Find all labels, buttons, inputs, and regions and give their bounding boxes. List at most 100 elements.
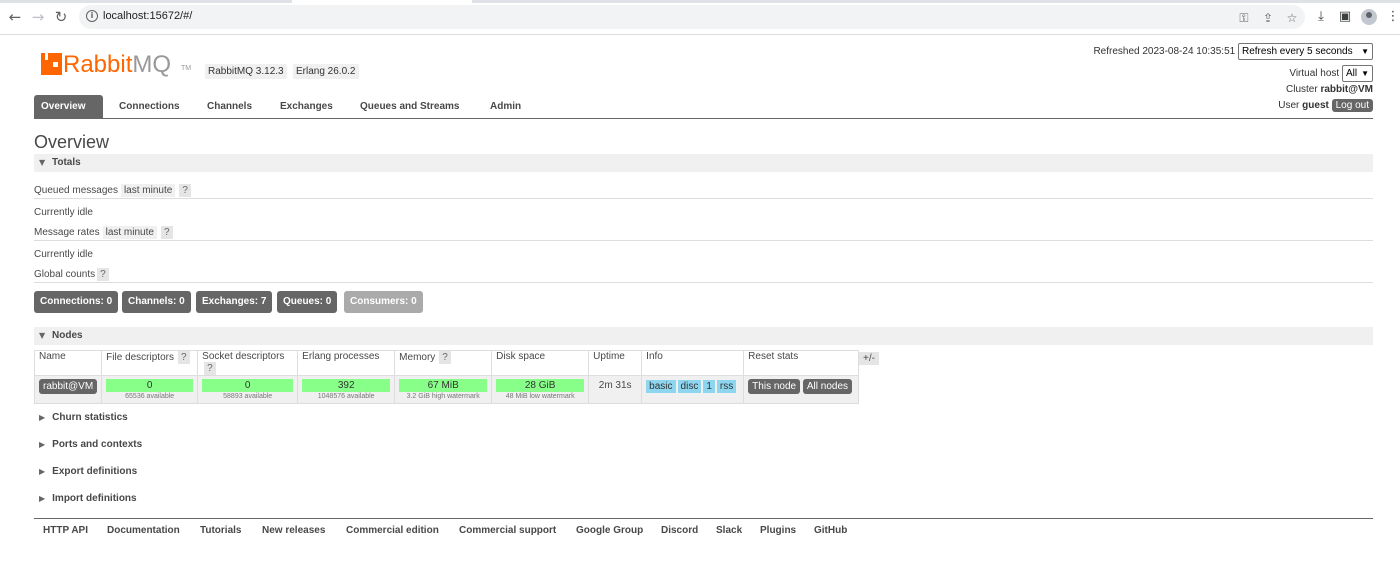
cluster-name: rabbit@VM	[1320, 84, 1373, 95]
refresh-interval-select[interactable]: Refresh every 5 seconds ▼	[1238, 43, 1373, 60]
memory-watermark: 3.2 GiB high watermark	[406, 393, 480, 400]
collapsed-triangle-icon: ▶	[39, 494, 46, 503]
chevron-down-icon: ▼	[1361, 47, 1369, 56]
tab-admin[interactable]: Admin	[483, 95, 528, 118]
menu-kebab-icon[interactable]: ⋮	[1385, 9, 1400, 25]
key-icon[interactable]: ⚿	[1237, 11, 1251, 25]
tab-overview[interactable]: Overview	[34, 95, 103, 118]
export-definitions-section[interactable]: ▶ Export definitions	[34, 466, 137, 477]
table-row: rabbit@VM 0 65536 available 0 58893 availa…	[33, 375, 860, 404]
rates-range-select[interactable]: last minute	[102, 226, 157, 239]
message-rates-row: Message rates last minute?	[34, 226, 173, 239]
side-panel-icon[interactable]: ▣	[1337, 9, 1353, 25]
count-value: 7	[260, 296, 267, 307]
fd-bar: 0	[106, 379, 194, 392]
help-button[interactable]: ?	[204, 362, 216, 375]
logo-mq-text: MQ	[132, 51, 172, 78]
disk-bar: 28 GiB	[496, 379, 585, 392]
queued-messages-label: Queued messages	[34, 185, 118, 196]
tab-queues-and-streams[interactable]: Queues and Streams	[353, 95, 466, 118]
exchanges-count-button[interactable]: Exchanges: 7	[196, 291, 273, 313]
queued-help-button[interactable]: ?	[179, 184, 191, 197]
share-icon[interactable]: ⇪	[1261, 11, 1275, 25]
info-tag: rss	[716, 380, 737, 393]
tab-channels[interactable]: Channels	[200, 95, 259, 118]
page-title: Overview	[34, 132, 110, 152]
message-rates-label: Message rates	[34, 227, 100, 238]
footer-link-slack[interactable]: Slack	[716, 525, 742, 536]
footer-link-google-group[interactable]: Google Group	[576, 525, 643, 536]
footer-link-discord[interactable]: Discord	[661, 525, 698, 536]
main-tabs: Overview Connections Channels Exchanges …	[34, 95, 1373, 119]
queued-range-select[interactable]: last minute	[120, 184, 176, 197]
col-memory: Memory?	[394, 350, 493, 376]
footer-link-commercial-edition[interactable]: Commercial edition	[346, 525, 439, 536]
consumers-count-button[interactable]: Consumers: 0	[344, 291, 423, 313]
footer-link-documentation[interactable]: Documentation	[107, 525, 180, 536]
count-value: 0	[179, 296, 185, 307]
url-text[interactable]: localhost:15672/#/	[103, 10, 192, 22]
footer-link-new-releases[interactable]: New releases	[262, 525, 325, 536]
rates-help-button[interactable]: ?	[160, 226, 173, 239]
memory-bar: 67 MiB	[399, 379, 488, 392]
rabbitmq-logo-icon	[41, 53, 62, 75]
erlang-version-badge: Erlang 26.0.2	[293, 64, 359, 79]
back-icon[interactable]: ←	[7, 9, 23, 25]
column-toggle-button[interactable]: +/-	[859, 352, 879, 365]
footer-link-plugins[interactable]: Plugins	[760, 525, 796, 536]
bookmark-star-icon[interactable]: ☆	[1285, 11, 1299, 25]
forward-icon[interactable]: →	[30, 9, 46, 25]
totals-section-header[interactable]: ▼ Totals	[34, 154, 1373, 172]
reset-all-nodes-button[interactable]: All nodes	[802, 379, 853, 394]
queued-idle-text: Currently idle	[34, 207, 93, 218]
help-button[interactable]: ?	[439, 351, 451, 364]
ep-bar: 392	[302, 379, 391, 392]
channels-count-button[interactable]: Channels: 0	[122, 291, 191, 313]
sd-available: 58893 available	[223, 393, 273, 400]
import-definitions-section[interactable]: ▶ Import definitions	[34, 493, 137, 504]
section-label: Churn statistics	[52, 412, 128, 423]
col-socket-descriptors: Socket descriptors?	[197, 350, 299, 376]
vhost-select[interactable]: All ▼	[1341, 65, 1373, 82]
expand-triangle-icon: ▼	[39, 158, 46, 167]
connections-count-button[interactable]: Connections: 0	[34, 291, 119, 313]
col-label: Socket descriptors	[202, 351, 285, 362]
churn-statistics-section[interactable]: ▶ Churn statistics	[34, 412, 128, 423]
uptime-cell: 2m 31s	[588, 375, 643, 404]
footer-link-github[interactable]: GitHub	[814, 525, 847, 536]
queues-count-button[interactable]: Queues: 0	[277, 291, 338, 313]
logo-rabbit-text: Rabbit	[63, 51, 133, 78]
footer-link-tutorials[interactable]: Tutorials	[200, 525, 241, 536]
divider	[34, 282, 1373, 283]
reload-icon[interactable]: ↻	[53, 9, 69, 25]
global-counts-label: Global counts	[34, 269, 96, 280]
sd-cell: 0 58893 available	[197, 375, 299, 404]
profile-avatar-icon[interactable]	[1361, 9, 1377, 25]
tab-strip	[0, 0, 1400, 3]
tab-connections[interactable]: Connections	[112, 95, 187, 118]
address-bar[interactable]: i localhost:15672/#/ ⚿ ⇪ ☆	[79, 5, 1305, 29]
node-name-link[interactable]: rabbit@VM	[39, 379, 98, 394]
tab-exchanges[interactable]: Exchanges	[273, 95, 340, 118]
cluster-label: Cluster	[1286, 84, 1318, 95]
reset-this-node-button[interactable]: This node	[748, 379, 801, 394]
refresh-select-value: Refresh every 5 seconds	[1242, 46, 1353, 57]
download-icon[interactable]: ⤓	[1313, 9, 1329, 25]
ep-available: 1048576 available	[317, 393, 375, 400]
help-button[interactable]: ?	[177, 351, 190, 364]
refreshed-label: Refreshed 2023-08-24 10:35:51	[1093, 46, 1236, 58]
section-label: Export definitions	[52, 466, 138, 477]
ports-contexts-section[interactable]: ▶ Ports and contexts	[34, 439, 142, 450]
nodes-section-header[interactable]: ▼ Nodes	[34, 327, 1373, 345]
section-label: Ports and contexts	[52, 439, 143, 450]
footer-link-commercial-support[interactable]: Commercial support	[459, 525, 556, 536]
rabbitmq-version-badge: RabbitMQ 3.12.3	[205, 64, 287, 79]
col-erlang-processes: Erlang processes	[297, 350, 396, 376]
info-cell: basic disc 1 rss	[641, 375, 745, 404]
footer-link-http-api[interactable]: HTTP API	[43, 525, 88, 536]
chevron-down-icon: ▼	[1361, 69, 1369, 78]
counts-help-button[interactable]: ?	[97, 268, 109, 281]
site-info-icon[interactable]: i	[86, 10, 98, 22]
logo-tm: TM	[181, 65, 192, 72]
fd-available: 65536 available	[125, 393, 175, 400]
